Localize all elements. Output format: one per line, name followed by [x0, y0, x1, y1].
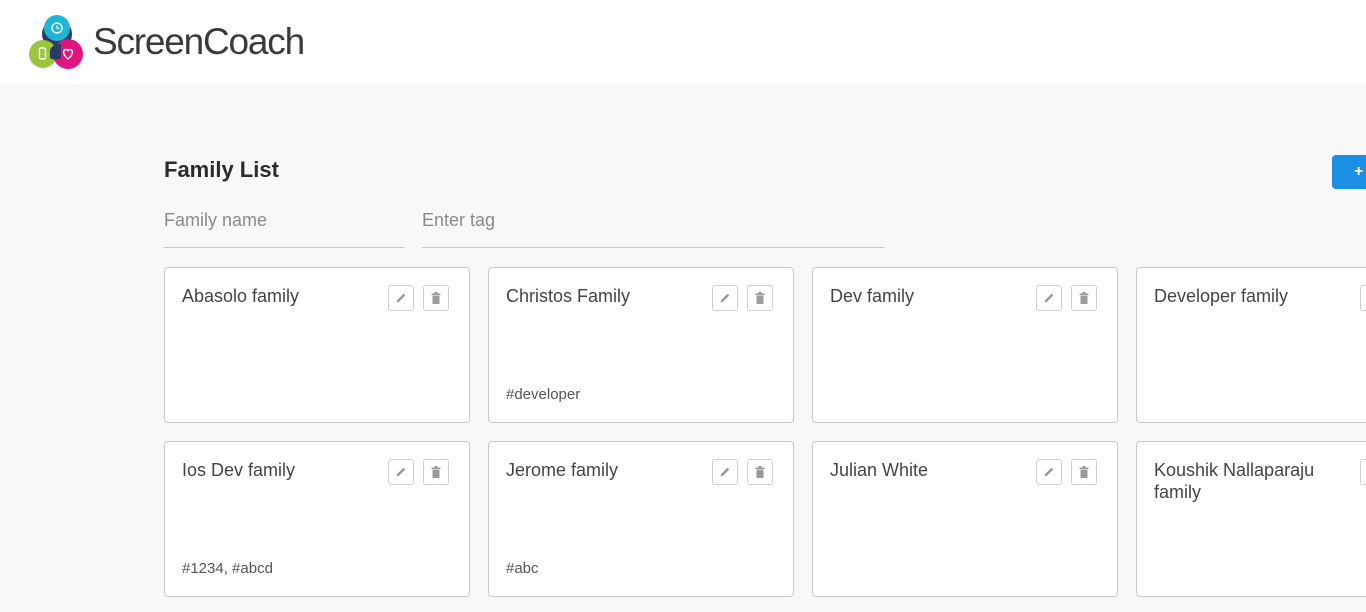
- delete-button[interactable]: [423, 285, 449, 311]
- family-name: Dev family: [830, 286, 915, 306]
- family-name: Koushik Nallaparaju family: [1154, 460, 1315, 502]
- edit-button[interactable]: [1036, 285, 1062, 311]
- family-tags: #1234, #abcd: [182, 560, 273, 577]
- brand-name: ScreenCoach: [93, 21, 305, 62]
- family-card[interactable]: Ios Dev family #1234, #abcd: [164, 441, 470, 597]
- trash-icon: [431, 466, 441, 478]
- family-name: Julian White: [830, 460, 929, 480]
- delete-button[interactable]: [747, 459, 773, 485]
- screencoach-logo[interactable]: [28, 14, 86, 70]
- trash-icon: [755, 466, 765, 478]
- edit-button[interactable]: [388, 459, 414, 485]
- trash-icon: [1079, 466, 1089, 478]
- trash-icon: [1079, 292, 1089, 304]
- family-card[interactable]: Jerome family #abc: [488, 441, 794, 597]
- top-header: ScreenCoach: [0, 0, 1366, 84]
- family-card[interactable]: Developer family: [1136, 267, 1366, 423]
- family-tags: #developer: [506, 386, 581, 403]
- pencil-icon: [719, 466, 731, 478]
- family-card[interactable]: Christos Family #developer: [488, 267, 794, 423]
- pencil-icon: [395, 466, 407, 478]
- delete-button[interactable]: [1071, 285, 1097, 311]
- edit-button[interactable]: [1036, 459, 1062, 485]
- delete-button[interactable]: [1071, 459, 1097, 485]
- family-name: Christos Family: [506, 286, 631, 306]
- family-tags: #abc: [506, 560, 539, 577]
- edit-button[interactable]: [712, 285, 738, 311]
- family-card[interactable]: Abasolo family: [164, 267, 470, 423]
- edit-button[interactable]: [1360, 285, 1366, 311]
- tag-field: [422, 200, 884, 248]
- trash-icon: [431, 292, 441, 304]
- pencil-icon: [1043, 292, 1055, 304]
- edit-button[interactable]: [712, 459, 738, 485]
- edit-button[interactable]: [388, 285, 414, 311]
- trash-icon: [755, 292, 765, 304]
- add-family-button[interactable]: +: [1332, 155, 1366, 189]
- tag-input[interactable]: [422, 200, 884, 240]
- family-name: Ios Dev family: [182, 460, 296, 480]
- family-card[interactable]: Julian White: [812, 441, 1118, 597]
- delete-button[interactable]: [747, 285, 773, 311]
- family-name-input[interactable]: [164, 200, 404, 240]
- pencil-icon: [1043, 466, 1055, 478]
- family-name-field: [164, 200, 404, 248]
- family-card[interactable]: Koushik Nallaparaju family: [1136, 441, 1366, 597]
- family-name: Abasolo family: [182, 286, 300, 306]
- family-name: Jerome family: [506, 460, 619, 480]
- delete-button[interactable]: [423, 459, 449, 485]
- pencil-icon: [395, 292, 407, 304]
- edit-button[interactable]: [1360, 459, 1366, 485]
- family-name: Developer family: [1154, 286, 1289, 306]
- pencil-icon: [719, 292, 731, 304]
- page-title: Family List: [164, 157, 279, 182]
- family-card[interactable]: Dev family: [812, 267, 1118, 423]
